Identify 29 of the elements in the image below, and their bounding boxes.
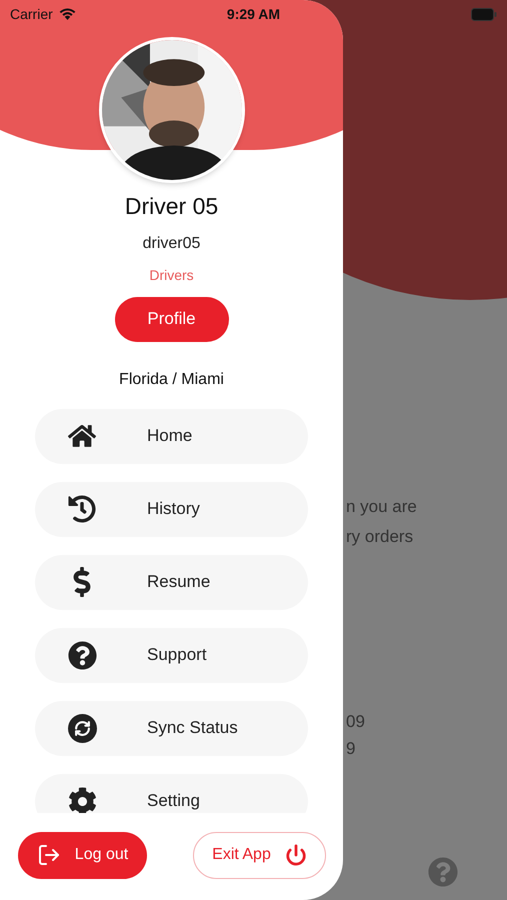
power-icon [284, 844, 307, 866]
battery-icon [470, 8, 497, 20]
background-text: n you are [346, 496, 417, 518]
background-text: 9 [346, 738, 356, 760]
sync-icon [68, 714, 96, 742]
help-icon[interactable] [428, 857, 458, 887]
profile-button[interactable]: Profile [114, 296, 228, 342]
location-label: Florida / Miami [119, 370, 224, 390]
menu-item[interactable]: Resume [35, 554, 308, 610]
menu-item[interactable]: Sync Status [35, 700, 308, 756]
help-icon [68, 640, 96, 670]
background-text: ry orders [346, 526, 414, 548]
driver-name: Driver 05 [124, 192, 218, 221]
settings-icon [68, 786, 96, 812]
home-icon [68, 422, 96, 450]
wifi-icon [58, 8, 76, 20]
background-text: 09 [346, 711, 365, 733]
menu-item[interactable]: Setting [35, 774, 308, 812]
username: driver05 [142, 234, 200, 254]
logout-icon [36, 843, 61, 867]
logout-button[interactable]: Log out [18, 832, 147, 878]
role-label: Drivers [149, 266, 194, 284]
menu-item[interactable]: Support [35, 628, 308, 682]
status-time: 9:29 AM [226, 4, 280, 24]
carrier-label: Carrier [10, 4, 53, 24]
menu-item[interactable]: History [35, 482, 308, 536]
exit-app-button[interactable]: Exit App [193, 832, 326, 878]
history-icon [68, 495, 96, 523]
menu-item[interactable]: Home [35, 408, 308, 464]
